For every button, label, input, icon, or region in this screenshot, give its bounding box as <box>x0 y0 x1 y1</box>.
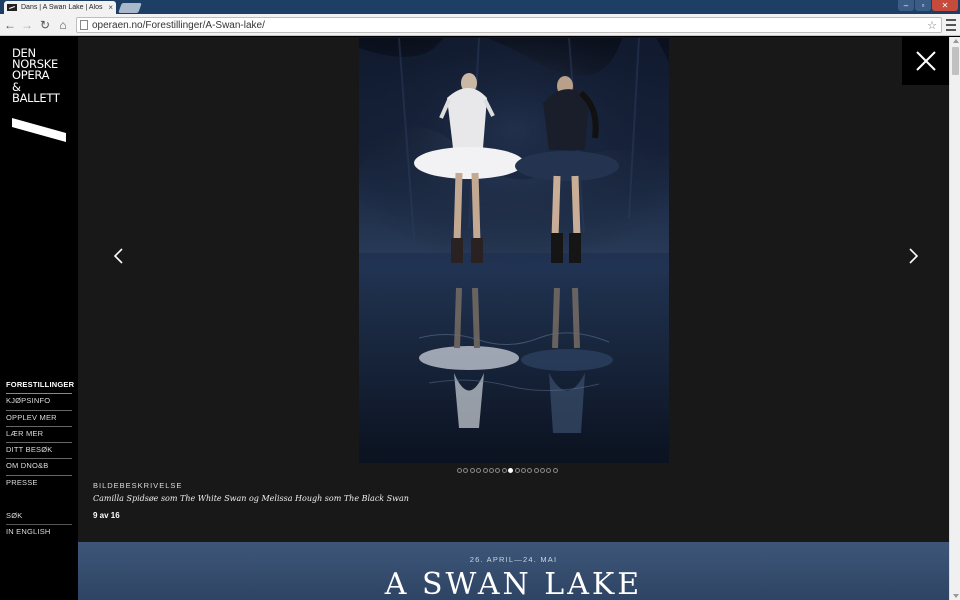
pagination-dot[interactable] <box>514 468 520 473</box>
chevron-left-icon[interactable] <box>110 246 128 266</box>
bookmark-star-icon[interactable]: ☆ <box>925 19 939 32</box>
site-favicon-icon <box>7 4 17 11</box>
image-counter: 9 av 16 <box>93 511 120 520</box>
scroll-down-icon[interactable] <box>953 594 959 598</box>
pagination-dot[interactable] <box>501 468 507 473</box>
new-tab-button[interactable] <box>118 3 142 13</box>
nav-item-in-english[interactable]: IN ENGLISH <box>6 525 72 541</box>
sidebar: DEN NORSKE OPERA & BALLETT FORESTILLINGE… <box>0 37 78 600</box>
image-lightbox: BILDEBESKRIVELSE Camilla Spidsøe som The… <box>78 37 950 542</box>
home-icon[interactable]: ⌂ <box>56 18 70 32</box>
maximize-button[interactable]: ▫ <box>915 0 931 11</box>
nav-item-presse[interactable]: PRESSE <box>6 476 72 492</box>
forward-icon[interactable]: → <box>20 18 34 32</box>
pagination-dot[interactable] <box>482 468 488 473</box>
url-text[interactable]: operaen.no/Forestillinger/A-Swan-lake/ <box>92 20 925 31</box>
browser-menu-icon[interactable] <box>946 19 956 31</box>
page-scrollbar[interactable] <box>949 37 960 600</box>
logo[interactable]: DEN NORSKE OPERA & BALLETT <box>12 47 72 105</box>
browser-tabstrip: Dans | A Swan Lake | Alos × – ▫ ✕ <box>0 0 960 14</box>
secondary-nav: SØK IN ENGLISH <box>6 509 72 541</box>
pagination-dot[interactable] <box>520 468 526 473</box>
pagination-dot[interactable] <box>495 468 501 473</box>
pagination-dot[interactable] <box>469 468 475 473</box>
chevron-right-icon[interactable] <box>904 246 922 266</box>
window-close-button[interactable]: ✕ <box>932 0 958 11</box>
nav-item-sok[interactable]: SØK <box>6 509 72 525</box>
nav-item-opplev-mer[interactable]: OPPLEV MER <box>6 411 72 427</box>
image-pagination-dots <box>457 468 558 473</box>
pagination-dot[interactable] <box>527 468 533 473</box>
caption-text: Camilla Spidsøe som The White Swan og Me… <box>93 494 409 503</box>
window-controls: – ▫ ✕ <box>898 0 958 11</box>
pagination-dot[interactable] <box>457 468 462 473</box>
tab-title: Dans | A Swan Lake | Alos <box>21 4 103 11</box>
pagination-dot[interactable] <box>488 468 494 473</box>
pagination-dot[interactable] <box>508 468 514 473</box>
nav-item-kjopsinfo[interactable]: KJØPSINFO <box>6 394 72 411</box>
performance-hero: 26. APRIL—24. MAI A SWAN LAKE <box>78 542 949 600</box>
pagination-dot[interactable] <box>540 468 546 473</box>
logo-line: OPERA <box>12 68 50 83</box>
pagination-dot[interactable] <box>463 468 469 473</box>
browser-tab[interactable]: Dans | A Swan Lake | Alos × <box>4 1 116 14</box>
browser-toolbar: ← → ↻ ⌂ operaen.no/Forestillinger/A-Swan… <box>0 14 960 36</box>
pagination-dot[interactable] <box>546 468 552 473</box>
nav-item-forestillinger[interactable]: FORESTILLINGER <box>6 378 74 395</box>
minimize-button[interactable]: – <box>898 0 914 11</box>
close-icon[interactable] <box>902 37 950 85</box>
caption-label: BILDEBESKRIVELSE <box>93 481 183 490</box>
address-bar[interactable]: operaen.no/Forestillinger/A-Swan-lake/ ☆ <box>76 17 942 33</box>
pagination-dot[interactable] <box>552 468 558 473</box>
reload-icon[interactable]: ↻ <box>38 18 52 32</box>
nav-item-laer-mer[interactable]: LÆR MER <box>6 427 72 444</box>
scroll-thumb[interactable] <box>952 47 959 75</box>
scroll-up-icon[interactable] <box>953 39 959 43</box>
logo-slash-icon <box>12 118 66 142</box>
pagination-dot[interactable] <box>476 468 482 473</box>
logo-line: BALLETT <box>12 90 60 105</box>
performance-title: A SWAN LAKE <box>384 567 643 600</box>
tab-close-icon[interactable]: × <box>108 3 113 12</box>
back-icon[interactable]: ← <box>3 18 17 32</box>
performance-dates: 26. APRIL—24. MAI <box>469 555 558 564</box>
page-icon <box>80 20 88 30</box>
pagination-dot[interactable] <box>533 468 539 473</box>
main-nav: FORESTILLINGER KJØPSINFO OPPLEV MER LÆR … <box>6 378 74 492</box>
performance-photo <box>359 38 669 463</box>
page: DEN NORSKE OPERA & BALLETT FORESTILLINGE… <box>0 37 960 600</box>
nav-item-ditt-besok[interactable]: DITT BESØK <box>6 443 72 460</box>
nav-item-om-dnob[interactable]: OM DNO&B <box>6 459 72 476</box>
